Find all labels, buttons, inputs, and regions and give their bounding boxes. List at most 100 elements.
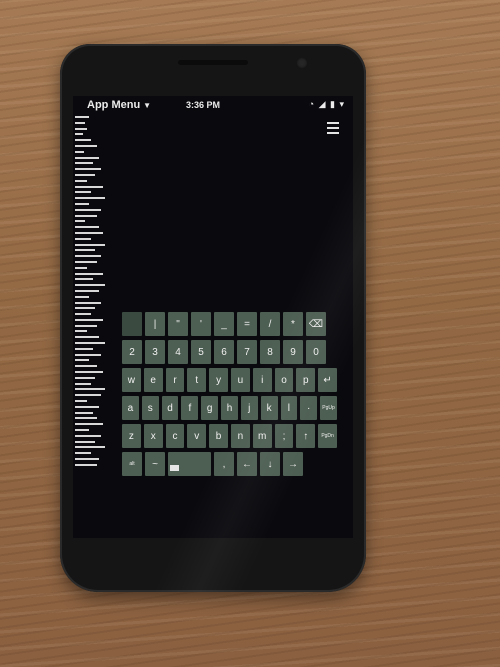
key-8[interactable]: 8 bbox=[260, 340, 280, 364]
terminal-line bbox=[75, 371, 103, 374]
key-label: y bbox=[216, 374, 222, 386]
terminal-line bbox=[75, 231, 103, 234]
key-4[interactable]: 4 bbox=[168, 340, 188, 364]
key-*[interactable]: * bbox=[283, 312, 303, 336]
key-k[interactable]: k bbox=[260, 396, 278, 420]
terminal-line bbox=[75, 388, 105, 391]
terminal-line bbox=[75, 313, 91, 316]
key-/[interactable]: / bbox=[260, 312, 280, 336]
terminal-line bbox=[75, 347, 93, 350]
terminal-line bbox=[75, 394, 101, 397]
key-l[interactable]: l bbox=[280, 396, 298, 420]
key-2[interactable]: 2 bbox=[122, 340, 142, 364]
key-t[interactable]: t bbox=[187, 368, 207, 392]
key-_[interactable]: _ bbox=[214, 312, 234, 336]
key-label: ' bbox=[200, 318, 202, 330]
key-j[interactable]: j bbox=[240, 396, 258, 420]
signal-icon: ◢ bbox=[318, 99, 327, 109]
backspace-key[interactable]: ⌫ bbox=[306, 312, 326, 336]
key-"[interactable]: " bbox=[168, 312, 188, 336]
key-label: f bbox=[188, 402, 192, 414]
key-label: ~ bbox=[152, 458, 158, 470]
arrow-left-key[interactable]: ← bbox=[237, 452, 257, 476]
key-w[interactable]: w bbox=[122, 368, 141, 392]
extra-keys-keyboard: | " ' _ = / * ⌫ 2 3 4 5 6 7 8 9 0 w e r t y u i o p ↵ a s d f g h j k l · PgU… bbox=[122, 312, 340, 480]
key-r[interactable]: r bbox=[165, 368, 185, 392]
terminal-line bbox=[75, 226, 99, 229]
terminal-line bbox=[75, 342, 105, 345]
key-label: = bbox=[244, 318, 250, 330]
arrow-up-key[interactable]: ↑ bbox=[296, 424, 316, 448]
terminal-line bbox=[75, 417, 97, 420]
status-bar: App Menu ▼ 3:36 PM ◔ ◢ ▮ ▾ bbox=[73, 96, 353, 118]
key-label: h bbox=[226, 402, 233, 414]
key-z[interactable]: z bbox=[122, 424, 141, 448]
key-a[interactable]: a bbox=[122, 396, 139, 420]
key-PgUp[interactable]: PgUp bbox=[320, 396, 337, 420]
key-c[interactable]: c bbox=[165, 424, 185, 448]
key-e[interactable]: e bbox=[143, 368, 163, 392]
key-s[interactable]: s bbox=[141, 396, 159, 420]
terminal-line bbox=[75, 191, 91, 194]
app-menu-label: App Menu bbox=[87, 99, 141, 111]
key-5[interactable]: 5 bbox=[191, 340, 211, 364]
key-p[interactable]: p bbox=[296, 368, 316, 392]
key-f[interactable]: f bbox=[181, 396, 199, 420]
terminal-line bbox=[75, 284, 105, 287]
key-label: 2 bbox=[129, 346, 135, 358]
key-x[interactable]: x bbox=[143, 424, 163, 448]
key-v[interactable]: v bbox=[187, 424, 207, 448]
hamburger-menu-icon[interactable] bbox=[327, 122, 339, 134]
arrow-down-key[interactable]: ↓ bbox=[260, 452, 280, 476]
key-alt[interactable]: alt bbox=[122, 452, 142, 476]
key-label: , bbox=[222, 458, 226, 470]
key-label: PgDn bbox=[321, 433, 334, 439]
key-y[interactable]: y bbox=[209, 368, 228, 392]
terminal-line bbox=[75, 243, 105, 246]
key-label: e bbox=[150, 374, 156, 386]
terminal-line bbox=[75, 336, 99, 339]
key-7[interactable]: 7 bbox=[237, 340, 257, 364]
key-g[interactable]: g bbox=[201, 396, 219, 420]
key-|[interactable]: | bbox=[145, 312, 165, 336]
key-o[interactable]: o bbox=[274, 368, 294, 392]
key-0[interactable]: 0 bbox=[306, 340, 326, 364]
key-label: 0 bbox=[313, 346, 319, 358]
clock: 3:36 PM bbox=[186, 100, 221, 110]
key-'[interactable]: ' bbox=[191, 312, 211, 336]
battery-icon: ▮ bbox=[330, 99, 336, 109]
key-PgDn[interactable]: PgDn bbox=[318, 424, 337, 448]
key-d[interactable]: d bbox=[161, 396, 179, 420]
key-m[interactable]: m bbox=[252, 424, 272, 448]
terminal-line bbox=[75, 382, 91, 385]
keyboard-row: z x c v b n m; ↑ PgDn bbox=[122, 424, 340, 448]
key-n[interactable]: n bbox=[230, 424, 250, 448]
key-9[interactable]: 9 bbox=[283, 340, 303, 364]
terminal-line bbox=[75, 202, 89, 205]
key-6[interactable]: 6 bbox=[214, 340, 234, 364]
status-icons: ◔ ◢ ▮ ▾ bbox=[309, 99, 345, 110]
key-;[interactable]: ; bbox=[274, 424, 294, 448]
key-·[interactable]: · bbox=[300, 396, 318, 420]
arrow-down-icon: ↓ bbox=[267, 458, 273, 470]
key-i[interactable]: i bbox=[252, 368, 272, 392]
arrow-right-key[interactable]: → bbox=[283, 452, 303, 476]
app-menu-button[interactable]: App Menu ▼ bbox=[87, 99, 151, 111]
terminal-line bbox=[75, 179, 87, 182]
terminal-line bbox=[75, 318, 103, 321]
key-=[interactable]: = bbox=[237, 312, 257, 336]
enter-icon: ↵ bbox=[323, 374, 332, 386]
key-label: 7 bbox=[244, 346, 250, 358]
terminal-line bbox=[75, 162, 93, 165]
key-~[interactable]: ~ bbox=[145, 452, 165, 476]
key-3[interactable]: 3 bbox=[145, 340, 165, 364]
key-label: j bbox=[248, 402, 251, 414]
tab-key[interactable] bbox=[122, 312, 142, 336]
key-u[interactable]: u bbox=[230, 368, 250, 392]
enter-key[interactable]: ↵ bbox=[318, 368, 337, 392]
space-key[interactable] bbox=[168, 452, 211, 476]
chevron-down-icon: ▾ bbox=[339, 99, 345, 109]
key-h[interactable]: h bbox=[221, 396, 238, 420]
key-b[interactable]: b bbox=[209, 424, 228, 448]
key-,[interactable]: , bbox=[214, 452, 234, 476]
